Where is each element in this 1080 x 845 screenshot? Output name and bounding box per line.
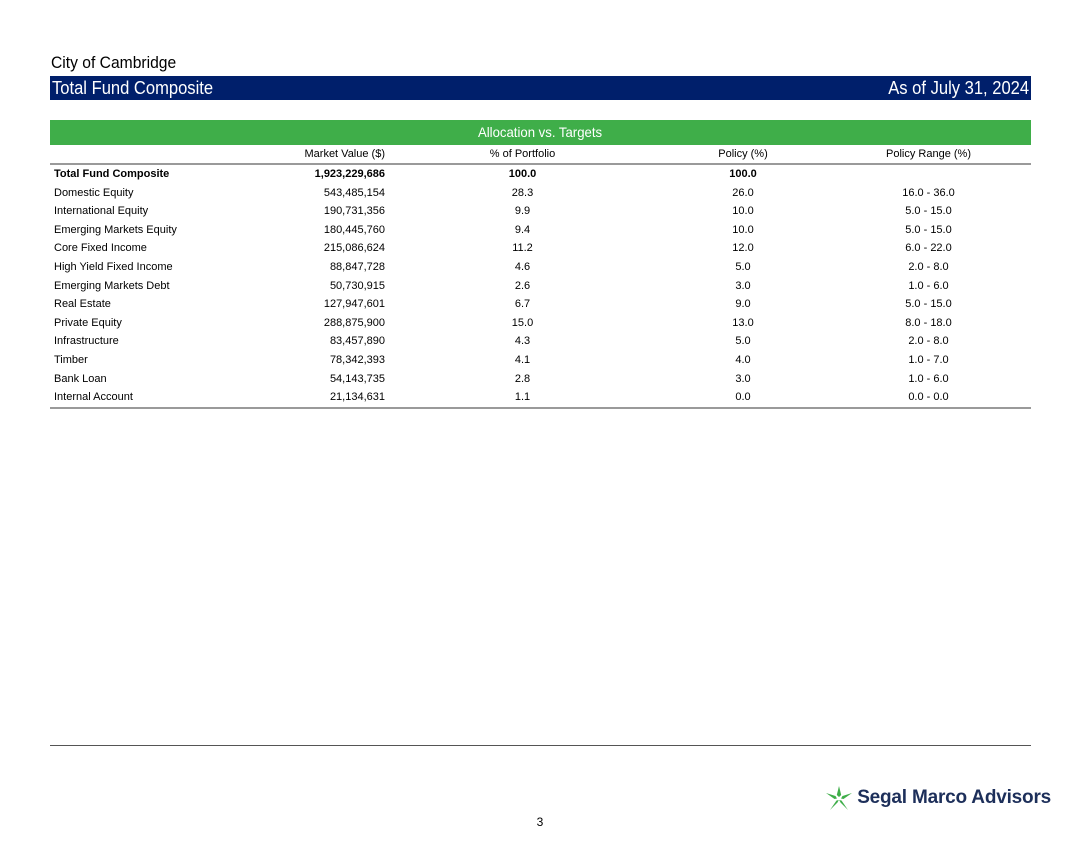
row-policy-range: 8.0 - 18.0 xyxy=(905,316,952,329)
row-market-value: 78,342,393 xyxy=(329,353,385,366)
row-name: Domestic Equity xyxy=(54,186,134,199)
row-pct-portfolio: 15.0 xyxy=(511,316,534,329)
client-name: City of Cambridge xyxy=(51,53,177,72)
row-policy-range: 5.0 - 15.0 xyxy=(905,205,952,218)
row-pct-portfolio: 2.8 xyxy=(514,372,531,385)
row-policy-range: 16.0 - 36.0 xyxy=(902,186,955,199)
row-policy: 3.0 xyxy=(735,372,751,385)
table-row-total: Total Fund Composite 1,923,229,686 100.0… xyxy=(50,164,1031,184)
row-policy-range: 5.0 - 15.0 xyxy=(905,223,952,236)
column-header-market-value: Market Value ($) xyxy=(235,146,385,165)
table-row: Private Equity 288,875,900 15.0 13.0 8.0 - 1… xyxy=(50,314,1031,333)
row-name: Internal Account xyxy=(50,388,235,409)
row-name: International Equity xyxy=(54,205,149,218)
row-market-value: 180,445,760 xyxy=(323,223,385,236)
row-policy: 3.0 xyxy=(735,279,751,292)
row-pct-portfolio: 1.1 xyxy=(385,388,660,409)
row-pct-portfolio: 9.4 xyxy=(514,223,531,236)
row-policy-range: 5.0 - 15.0 xyxy=(905,298,952,311)
row-policy: 100.0 xyxy=(729,168,757,180)
row-market-value: 21,134,631 xyxy=(235,388,385,409)
row-name: Bank Loan xyxy=(54,372,107,385)
table-row: International Equity 190,731,356 9.9 10.0 5.… xyxy=(50,202,1031,221)
row-name: Total Fund Composite xyxy=(54,168,170,180)
row-pct-portfolio: 4.6 xyxy=(514,260,531,273)
title-bar: Total Fund Composite As of July 31, 2024 xyxy=(50,76,1031,100)
row-policy-range: 1.0 - 6.0 xyxy=(908,279,949,292)
row-policy: 10.0 xyxy=(732,223,754,236)
row-policy: 9.0 xyxy=(735,298,751,311)
row-name: Infrastructure xyxy=(54,335,119,348)
row-market-value: 288,875,900 xyxy=(323,316,385,329)
footer-divider xyxy=(50,745,1031,746)
row-pct-portfolio: 2.6 xyxy=(514,279,531,292)
row-policy: 4.0 xyxy=(735,353,751,366)
row-pct-portfolio: 9.9 xyxy=(514,205,531,218)
page-number: 3 xyxy=(536,815,544,829)
row-policy: 0.0 xyxy=(660,388,826,409)
row-name: Core Fixed Income xyxy=(54,242,147,255)
row-policy-range: 1.0 - 6.0 xyxy=(908,372,949,385)
report-title: Total Fund Composite xyxy=(52,78,214,98)
row-name: Emerging Markets Debt xyxy=(54,279,170,292)
row-market-value: 88,847,728 xyxy=(329,260,385,273)
table-row: Emerging Markets Debt 50,730,915 2.6 3.0 1.0… xyxy=(50,277,1031,296)
row-market-value: 54,143,735 xyxy=(329,372,385,385)
allocation-table: Market Value ($) % of Portfolio Policy (… xyxy=(50,146,1031,409)
company-logo: Segal Marco Advisors xyxy=(826,786,1051,810)
row-pct-portfolio: 4.1 xyxy=(514,353,531,366)
allocation-section-title: Allocation vs. Targets xyxy=(478,124,603,140)
row-policy-range xyxy=(826,164,1031,184)
allocation-section-header: Allocation vs. Targets xyxy=(50,120,1031,145)
row-pct-portfolio: 6.7 xyxy=(514,298,531,311)
logo-text: Segal Marco Advisors xyxy=(857,787,1051,808)
row-market-value: 1,923,229,686 xyxy=(314,168,385,180)
table-row: Domestic Equity 543,485,154 28.3 26.0 16.0 -… xyxy=(50,184,1031,203)
row-market-value: 127,947,601 xyxy=(323,298,385,311)
row-pct-portfolio: 100.0 xyxy=(508,168,537,180)
table-header-row: Market Value ($) % of Portfolio Policy (… xyxy=(50,146,1031,165)
row-market-value: 83,457,890 xyxy=(329,335,385,348)
row-policy: 5.0 xyxy=(735,335,751,348)
table-row: Internal Account 21,134,631 1.1 0.0 0.0 - 0.… xyxy=(50,388,1031,409)
table-row: Core Fixed Income 215,086,624 11.2 12.0 6.0 … xyxy=(50,239,1031,258)
row-policy-range: 0.0 - 0.0 xyxy=(826,388,1031,409)
table-row: Real Estate 127,947,601 6.7 9.0 5.0 - 15.0 xyxy=(50,295,1031,314)
row-market-value: 543,485,154 xyxy=(323,186,385,199)
row-name: Real Estate xyxy=(54,298,111,311)
table-row: Emerging Markets Equity 180,445,760 9.4 10.… xyxy=(50,221,1031,240)
table-row: High Yield Fixed Income 88,847,728 4.6 5.0 2… xyxy=(50,258,1031,277)
row-policy-range: 1.0 - 7.0 xyxy=(908,353,949,366)
row-market-value: 215,086,624 xyxy=(323,242,385,255)
row-market-value: 190,731,356 xyxy=(323,205,385,218)
row-policy: 13.0 xyxy=(732,316,754,329)
column-header-policy: Policy (%) xyxy=(660,146,826,165)
row-name: Private Equity xyxy=(54,316,122,329)
row-policy: 12.0 xyxy=(732,242,754,255)
row-policy-range: 2.0 - 8.0 xyxy=(908,335,949,348)
row-pct-portfolio: 11.2 xyxy=(512,242,533,255)
column-header-asset-class xyxy=(50,146,235,165)
row-pct-portfolio: 4.3 xyxy=(514,335,531,348)
row-market-value: 50,730,915 xyxy=(329,279,385,292)
row-pct-portfolio: 28.3 xyxy=(511,186,534,199)
table-row: Timber 78,342,393 4.1 4.0 1.0 - 7.0 xyxy=(50,351,1031,370)
row-name: Emerging Markets Equity xyxy=(54,223,177,236)
row-policy-range: 6.0 - 22.0 xyxy=(905,242,952,255)
column-header-pct-portfolio: % of Portfolio xyxy=(385,146,660,165)
as-of-date: As of July 31, 2024 xyxy=(888,78,1029,98)
row-name: High Yield Fixed Income xyxy=(54,260,173,273)
star-icon xyxy=(826,786,853,810)
row-name: Timber xyxy=(54,353,88,366)
row-policy: 5.0 xyxy=(735,260,751,273)
row-policy: 10.0 xyxy=(732,205,754,218)
row-policy: 26.0 xyxy=(732,186,754,199)
table-row: Bank Loan 54,143,735 2.8 3.0 1.0 - 6.0 xyxy=(50,370,1031,389)
row-policy-range: 2.0 - 8.0 xyxy=(908,260,949,273)
table-row: Infrastructure 83,457,890 4.3 5.0 2.0 - 8.0 xyxy=(50,332,1031,351)
column-header-policy-range: Policy Range (%) xyxy=(826,146,1031,165)
